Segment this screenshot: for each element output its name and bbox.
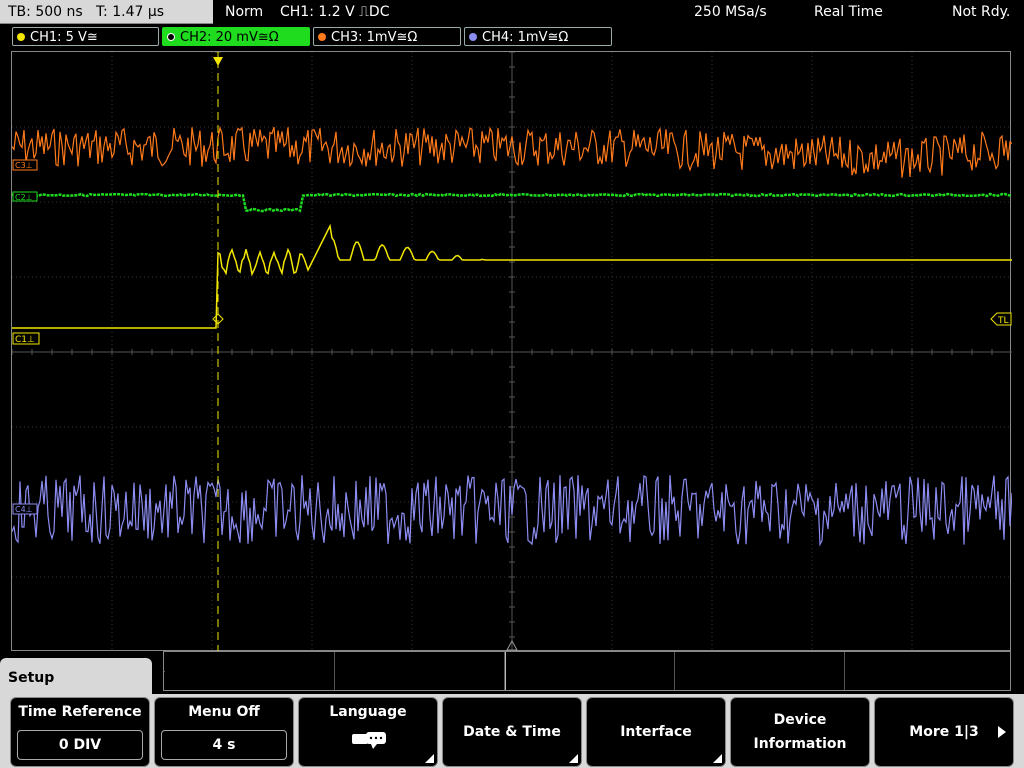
ch4-marker-label: C4⊥ xyxy=(15,505,33,514)
trigger-slope: ⎍DC xyxy=(359,4,390,20)
trigger-level-label: TL xyxy=(997,316,1009,326)
trigger-time-value: T: 1.47 µs xyxy=(96,4,165,20)
trigger-source: CH1: 1.2 V ⎍DC xyxy=(280,4,390,20)
trigger-mode: Norm xyxy=(225,4,264,20)
channel-tab-ch1[interactable]: CH1: 5 V≅ xyxy=(12,27,159,46)
status-bar: Norm CH1: 1.2 V ⎍DC 250 MSa/s Real Time … xyxy=(215,0,1024,24)
waveform-display[interactable]: T C3⊥ C2⊥ C1⊥ C4⊥ TL xyxy=(11,51,1012,652)
acquisition-mode: Real Time xyxy=(814,4,883,20)
language-button[interactable]: Language xyxy=(298,697,438,767)
play-arrow-icon xyxy=(998,726,1006,738)
ready-state: Not Rdy. xyxy=(952,4,1011,20)
trigger-position-label: T xyxy=(214,52,221,61)
sample-rate: 250 MSa/s xyxy=(694,4,767,20)
time-reference-button[interactable]: Time Reference 0 DIV xyxy=(10,697,150,767)
ch3-dot-icon xyxy=(318,33,326,41)
ch1-marker-label: C1⊥ xyxy=(15,335,35,345)
channel-tab-ch3[interactable]: CH3: 1mV≅Ω xyxy=(313,27,461,46)
submenu-indicator-icon xyxy=(713,754,722,763)
interface-button[interactable]: Interface xyxy=(586,697,726,767)
submenu-indicator-icon xyxy=(425,754,434,763)
graticule xyxy=(12,52,1012,652)
ch2-marker-label: C2⊥ xyxy=(15,193,33,202)
speech-bubble-icon xyxy=(352,732,386,749)
menu-off-button[interactable]: Menu Off 4 s xyxy=(154,697,294,767)
channel-tab-ch2[interactable]: CH2: 20 mV≅Ω xyxy=(162,27,310,46)
menu-title: Setup xyxy=(0,658,152,698)
time-reference-value: 0 DIV xyxy=(17,730,143,760)
timebase-box[interactable]: TB: 500 ns T: 1.47 µs xyxy=(0,0,213,24)
more-button[interactable]: More 1|3 xyxy=(874,697,1014,767)
ch3-marker-label: C3⊥ xyxy=(15,161,33,170)
timebase-value: TB: 500 ns xyxy=(8,4,83,20)
ch1-dot-icon xyxy=(17,33,25,41)
ch2-dot-icon xyxy=(167,33,175,41)
channel-tab-ch4[interactable]: CH4: 1mV≅Ω xyxy=(464,27,612,46)
menu-off-value: 4 s xyxy=(161,730,287,760)
date-time-button[interactable]: Date & Time xyxy=(442,697,582,767)
waveform-svg: T C3⊥ C2⊥ C1⊥ C4⊥ TL xyxy=(12,52,1012,652)
submenu-indicator-icon xyxy=(569,754,578,763)
zoom-overview-strip[interactable] xyxy=(163,651,1011,691)
ch4-dot-icon xyxy=(469,33,477,41)
device-information-button[interactable]: Device Information xyxy=(730,697,870,767)
